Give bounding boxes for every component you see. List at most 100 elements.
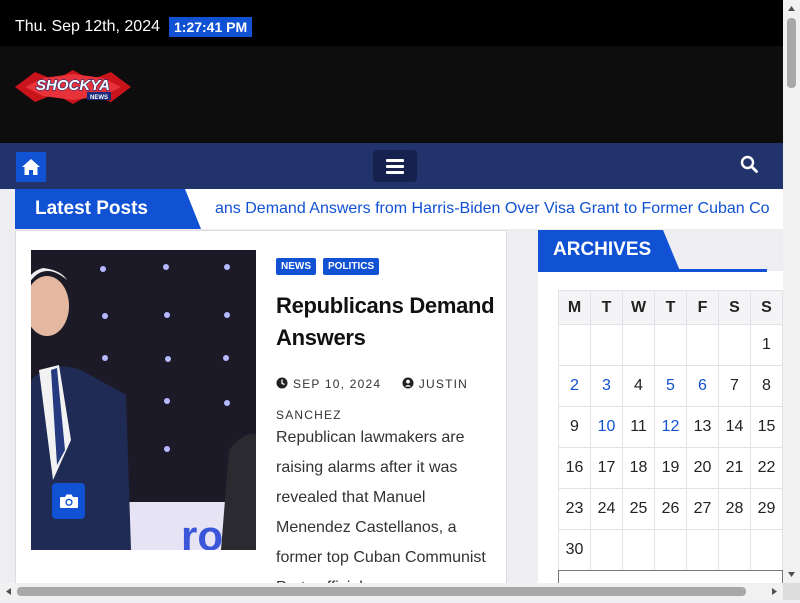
weekday-header: S — [718, 290, 751, 325]
calendar-day: 18 — [622, 447, 655, 489]
calendar-day: 20 — [686, 447, 719, 489]
vertical-scrollbar[interactable] — [783, 0, 800, 583]
calendar-week: 23 24 25 26 27 28 29 — [558, 488, 783, 530]
calendar-day: 4 — [622, 365, 655, 407]
scrollbar-corner — [783, 583, 800, 600]
clock-icon — [276, 377, 288, 389]
calendar-day: 13 — [686, 406, 719, 448]
calendar-day: 9 — [558, 406, 591, 448]
calendar-day: 7 — [718, 365, 751, 407]
weekday-header: T — [654, 290, 687, 325]
weekday-header: T — [590, 290, 623, 325]
calendar-day: 17 — [590, 447, 623, 489]
news-ticker: ans Demand Answers from Harris-Biden Ove… — [215, 189, 769, 229]
weekday-header: S — [750, 290, 783, 325]
calendar-day[interactable]: 6 — [686, 365, 719, 407]
archives-calendar: MTWTFSS 1 2 3 4 5 6 7 8 9 10 11 12 13 14 15 16 17 18 19 20 2… — [558, 290, 783, 571]
calendar-empty-cell — [686, 324, 719, 366]
calendar-day: 27 — [686, 488, 719, 530]
home-button[interactable] — [16, 152, 46, 182]
calendar-day[interactable]: 5 — [654, 365, 687, 407]
calendar-day: 30 — [558, 529, 591, 571]
hamburger-icon — [386, 159, 404, 174]
calendar-empty-cell — [590, 324, 623, 366]
main-navbar — [0, 143, 783, 189]
calendar-day[interactable]: 10 — [590, 406, 623, 448]
archive-select[interactable] — [558, 570, 783, 583]
calendar-day: 22 — [750, 447, 783, 489]
archives-heading: ARCHIVES — [538, 230, 767, 272]
calendar-day: 21 — [718, 447, 751, 489]
calendar-day: 28 — [718, 488, 751, 530]
calendar-empty-cell — [654, 529, 687, 571]
home-icon — [22, 159, 40, 175]
calendar-day: 11 — [622, 406, 655, 448]
logo-graphic: SHOCKYA NEWS — [15, 70, 131, 104]
calendar-days: 1 2 3 4 5 6 7 8 9 10 11 12 13 14 15 16 17 18 19 20 21 22 23 24 2… — [558, 324, 783, 571]
archives-underline — [538, 269, 767, 272]
calendar-day: 24 — [590, 488, 623, 530]
user-icon — [402, 377, 414, 389]
calendar-week: 16 17 18 19 20 21 22 — [558, 447, 783, 489]
horizontal-scroll-thumb[interactable] — [17, 587, 746, 596]
current-date: Thu. Sep 12th, 2024 — [15, 18, 160, 35]
svg-text:ro: ro — [181, 512, 223, 550]
svg-text:SHOCKYA: SHOCKYA — [36, 77, 110, 94]
calendar-week: 30 — [558, 529, 783, 571]
search-button[interactable] — [740, 155, 764, 179]
calendar-week: 9 10 11 12 13 14 15 — [558, 406, 783, 448]
current-time: 1:27:41 PM — [169, 17, 253, 37]
calendar-clip: MTWTFSS 1 2 3 4 5 6 7 8 9 10 11 12 13 14 15 16 17 18 19 20 2… — [558, 290, 783, 600]
vertical-scroll-thumb[interactable] — [787, 18, 796, 88]
calendar-day: 16 — [558, 447, 591, 489]
calendar-day[interactable]: 2 — [558, 365, 591, 407]
scroll-left-icon[interactable] — [0, 583, 17, 600]
calendar-week: 1 — [558, 324, 783, 366]
calendar-day: 29 — [750, 488, 783, 530]
calendar-empty-cell — [590, 529, 623, 571]
calendar-empty-cell — [718, 324, 751, 366]
weekday-header: W — [622, 290, 655, 325]
calendar-day[interactable]: 12 — [654, 406, 687, 448]
calendar-day: 8 — [750, 365, 783, 407]
calendar-week: 2345678 — [558, 365, 783, 407]
calendar-day: 1 — [750, 324, 783, 366]
calendar-day: 25 — [622, 488, 655, 530]
archives-title: ARCHIVES — [553, 239, 652, 260]
calendar-day: 14 — [718, 406, 751, 448]
calendar-empty-cell — [622, 529, 655, 571]
calendar-day: 23 — [558, 488, 591, 530]
search-icon — [740, 155, 758, 173]
site-logo[interactable]: SHOCKYA NEWS — [15, 70, 131, 104]
site-header: SHOCKYA NEWS — [0, 46, 783, 143]
calendar-day: 15 — [750, 406, 783, 448]
category-badge-politics[interactable]: POLITICS — [323, 258, 380, 275]
calendar-day: 19 — [654, 447, 687, 489]
post-title[interactable]: Republicans Demand Answers — [276, 290, 496, 354]
post-meta: SEP 10, 2024 JUSTIN SANCHEZ — [276, 369, 501, 431]
scroll-up-icon[interactable] — [783, 0, 800, 17]
calendar-empty-cell — [622, 324, 655, 366]
camera-icon — [59, 494, 78, 508]
calendar-empty-cell — [750, 529, 783, 571]
latest-posts-bar: Latest Posts ans Demand Answers from Har… — [15, 189, 783, 229]
scroll-right-icon[interactable] — [766, 583, 783, 600]
post-date[interactable]: SEP 10, 2024 — [293, 377, 381, 391]
calendar-empty-cell — [654, 324, 687, 366]
weekday-header: M — [558, 290, 591, 325]
horizontal-scrollbar[interactable] — [0, 583, 783, 600]
calendar-day[interactable]: 3 — [590, 365, 623, 407]
weekday-header: F — [686, 290, 719, 325]
category-badge-news[interactable]: NEWS — [276, 258, 316, 275]
ticker-link[interactable]: ans Demand Answers from Harris-Biden Ove… — [215, 200, 769, 218]
calendar-empty-cell — [718, 529, 751, 571]
latest-posts-label: Latest Posts — [15, 189, 175, 229]
calendar-weekdays: MTWTFSS — [558, 290, 783, 325]
calendar-empty-cell — [686, 529, 719, 571]
post-excerpt: Republican lawmakers are raising alarms … — [276, 429, 486, 596]
gallery-button[interactable] — [52, 483, 85, 519]
calendar-empty-cell — [558, 324, 591, 366]
scroll-down-icon[interactable] — [783, 566, 800, 583]
menu-toggle-button[interactable] — [373, 150, 417, 182]
calendar-day: 26 — [654, 488, 687, 530]
